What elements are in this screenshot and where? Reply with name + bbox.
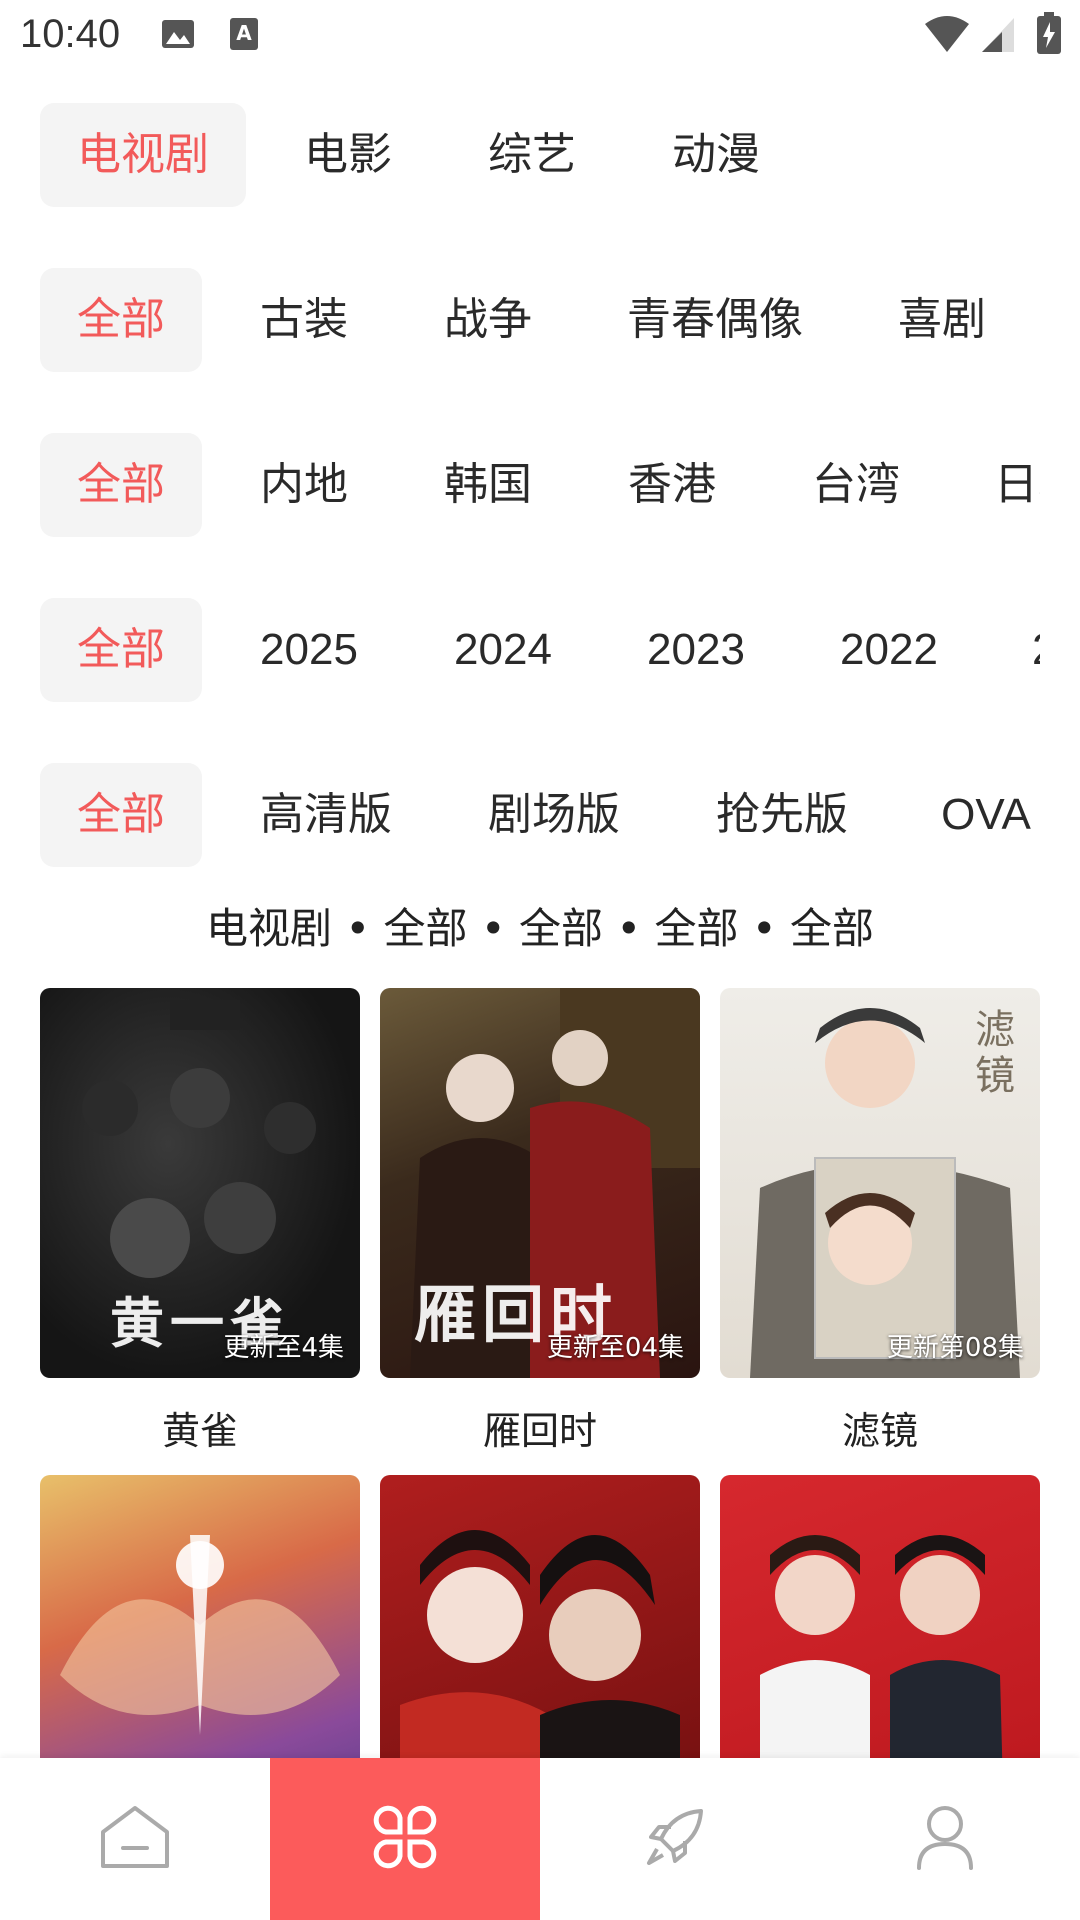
filter-chip[interactable]: 2021 (1016, 598, 1040, 702)
nav-home[interactable] (0, 1758, 270, 1920)
filter-chip[interactable]: 2023 (629, 598, 763, 702)
update-badge: 更新第08集 (886, 1333, 1024, 1363)
status-time: 10:40 (20, 12, 121, 56)
bottom-nav (0, 1758, 1080, 1920)
user-icon (915, 1804, 975, 1874)
filter-chip[interactable]: 韩国 (426, 433, 550, 537)
item-title[interactable]: 滤镜 (720, 1400, 1040, 1455)
poster-card[interactable]: 黄一雀 更新至4集 (40, 988, 360, 1378)
wifi-icon (924, 14, 970, 58)
svg-text:A: A (236, 21, 252, 45)
nav-discover[interactable] (540, 1758, 810, 1920)
filter-chip[interactable]: 全部 (40, 763, 202, 867)
nav-profile[interactable] (810, 1758, 1080, 1920)
filter-chip[interactable]: 台湾 (794, 433, 918, 537)
filter-summary: 电视剧 • 全部 • 全部 • 全部 • 全部 (206, 904, 874, 953)
filter-chip[interactable]: 全部 (40, 433, 202, 537)
filter-chip[interactable]: 综艺 (470, 103, 594, 207)
update-badge: 更新至4集 (223, 1333, 344, 1363)
filter-chip[interactable]: 抢先版 (698, 763, 866, 867)
region-filter-row: 全部 内地 韩国 香港 台湾 日本 (0, 433, 1040, 537)
rocket-icon (643, 1805, 707, 1873)
genre-filter-row: 全部 古装 战争 青春偶像 喜剧 (0, 268, 1040, 372)
signal-icon (980, 14, 1016, 58)
item-title[interactable]: 雁回时 (380, 1400, 700, 1455)
image-icon (160, 16, 196, 56)
filter-chip[interactable]: 2025 (242, 598, 376, 702)
filter-chip[interactable]: 古装 (242, 268, 366, 372)
nav-category[interactable] (270, 1758, 540, 1920)
filter-chip[interactable]: 剧场版 (470, 763, 638, 867)
filter-chip[interactable]: 战争 (426, 268, 550, 372)
filter-chip[interactable]: 2022 (822, 598, 956, 702)
year-filter-row: 全部 2025 2024 2023 2022 2021 (0, 598, 1040, 702)
filter-chip[interactable]: 动漫 (654, 103, 778, 207)
status-bar: 10:40 A (0, 0, 1080, 72)
update-badge: 更新至04集 (546, 1333, 684, 1363)
filter-chip[interactable]: 青春偶像 (610, 268, 820, 372)
category-icon (370, 1802, 440, 1876)
poster-card[interactable]: 滤镜 更新第08集 (720, 988, 1040, 1378)
filter-chip[interactable]: 喜剧 (880, 268, 1004, 372)
battery-icon (1036, 12, 1062, 60)
filter-chip[interactable]: 全部 (40, 598, 202, 702)
version-filter-row: 全部 高清版 剧场版 抢先版 OVA (0, 763, 1040, 867)
poster-card[interactable]: 雁回时 更新至04集 (380, 988, 700, 1378)
item-title[interactable]: 黄雀 (40, 1400, 360, 1455)
poster-title-art: 滤镜 (968, 1008, 1014, 1100)
home-icon (97, 1802, 173, 1876)
filter-chip[interactable]: 高清版 (242, 763, 410, 867)
filter-chip[interactable]: 香港 (610, 433, 734, 537)
filter-chip[interactable]: 2024 (436, 598, 570, 702)
keyboard-a-icon: A (228, 16, 260, 56)
filter-chip[interactable]: 日本 (978, 433, 1040, 537)
filter-chip[interactable]: 电影 (286, 103, 410, 207)
filter-chip[interactable]: 内地 (242, 433, 366, 537)
filter-chip[interactable]: 电视剧 (40, 103, 246, 207)
filter-chip[interactable]: OVA (926, 763, 1040, 867)
filter-chip[interactable]: 全部 (40, 268, 202, 372)
type-filter-row: 电视剧 电影 综艺 动漫 (0, 103, 1040, 207)
